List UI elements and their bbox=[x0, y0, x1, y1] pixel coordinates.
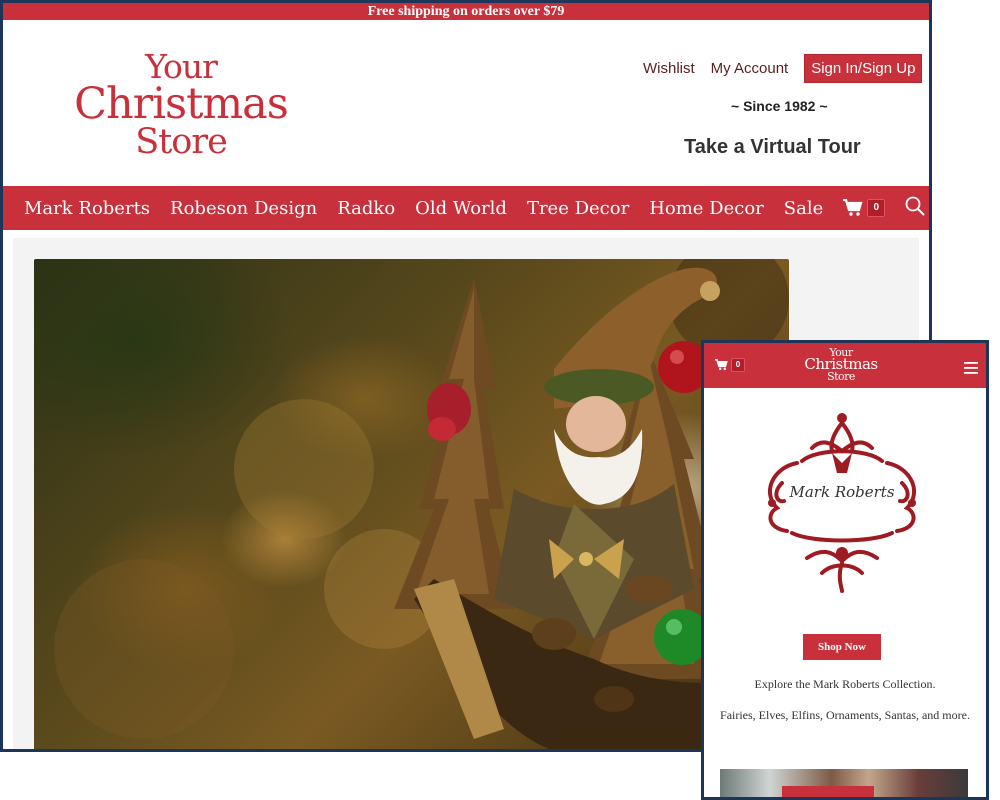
nav-home-decor[interactable]: Home Decor bbox=[649, 198, 764, 219]
nav-radko[interactable]: Radko bbox=[337, 198, 395, 219]
search-icon bbox=[905, 196, 925, 216]
mobile-menu-button[interactable] bbox=[964, 361, 978, 379]
search-button[interactable] bbox=[905, 196, 925, 221]
cart-icon bbox=[715, 359, 728, 371]
mobile-site-logo[interactable]: Your Christmas Store bbox=[796, 347, 886, 383]
cart-count-badge: 0 bbox=[867, 199, 886, 217]
virtual-tour-link[interactable]: Take a Virtual Tour bbox=[684, 136, 861, 159]
main-nav: Mark Roberts Robeson Design Radko Old Wo… bbox=[3, 186, 929, 230]
wishlist-link[interactable]: Wishlist bbox=[643, 60, 695, 77]
mark-roberts-brand-name: Mark Roberts bbox=[789, 483, 895, 501]
site-header: Your Christmas Store Wishlist My Account… bbox=[3, 20, 929, 186]
nav-mark-roberts[interactable]: Mark Roberts bbox=[24, 198, 150, 219]
mobile-header: 0 Your Christmas Store bbox=[704, 343, 986, 388]
site-logo[interactable]: Your Christmas Store bbox=[65, 50, 297, 163]
logo-line-christmas: Christmas bbox=[74, 79, 289, 130]
mobile-next-banner-button[interactable] bbox=[782, 786, 874, 797]
nav-sale[interactable]: Sale bbox=[784, 198, 823, 219]
nav-old-world[interactable]: Old World bbox=[415, 198, 507, 219]
mobile-logo-line-store: Store bbox=[827, 369, 855, 383]
account-links: Wishlist My Account Sign In/Sign Up bbox=[643, 54, 923, 83]
sign-in-button[interactable]: Sign In/Sign Up bbox=[804, 54, 923, 83]
cart-icon bbox=[843, 199, 863, 216]
my-account-link[interactable]: My Account bbox=[711, 60, 789, 77]
logo-line-store: Store bbox=[135, 122, 228, 163]
shop-now-button[interactable]: Shop Now bbox=[803, 634, 881, 660]
since-tagline: ~ Since 1982 ~ bbox=[731, 98, 828, 114]
mobile-screenshot: 0 Your Christmas Store Mark Roberts Shop… bbox=[701, 340, 989, 800]
collection-items-text: Fairies, Elves, Elfins, Ornaments, Santa… bbox=[720, 708, 970, 722]
nav-tree-decor[interactable]: Tree Decor bbox=[527, 198, 629, 219]
mobile-cart-count-badge: 0 bbox=[731, 358, 745, 372]
santa-figurine-illustration bbox=[54, 259, 789, 749]
nav-robeson-design[interactable]: Robeson Design bbox=[170, 198, 317, 219]
hero-image[interactable] bbox=[34, 259, 789, 749]
hamburger-menu-icon bbox=[964, 362, 978, 374]
collection-intro-text: Explore the Mark Roberts Collection. bbox=[754, 677, 936, 691]
promo-bar: Free shipping on orders over $79 bbox=[3, 3, 929, 20]
mobile-cart-button[interactable]: 0 bbox=[715, 358, 745, 372]
cart-button[interactable]: 0 bbox=[843, 199, 886, 217]
